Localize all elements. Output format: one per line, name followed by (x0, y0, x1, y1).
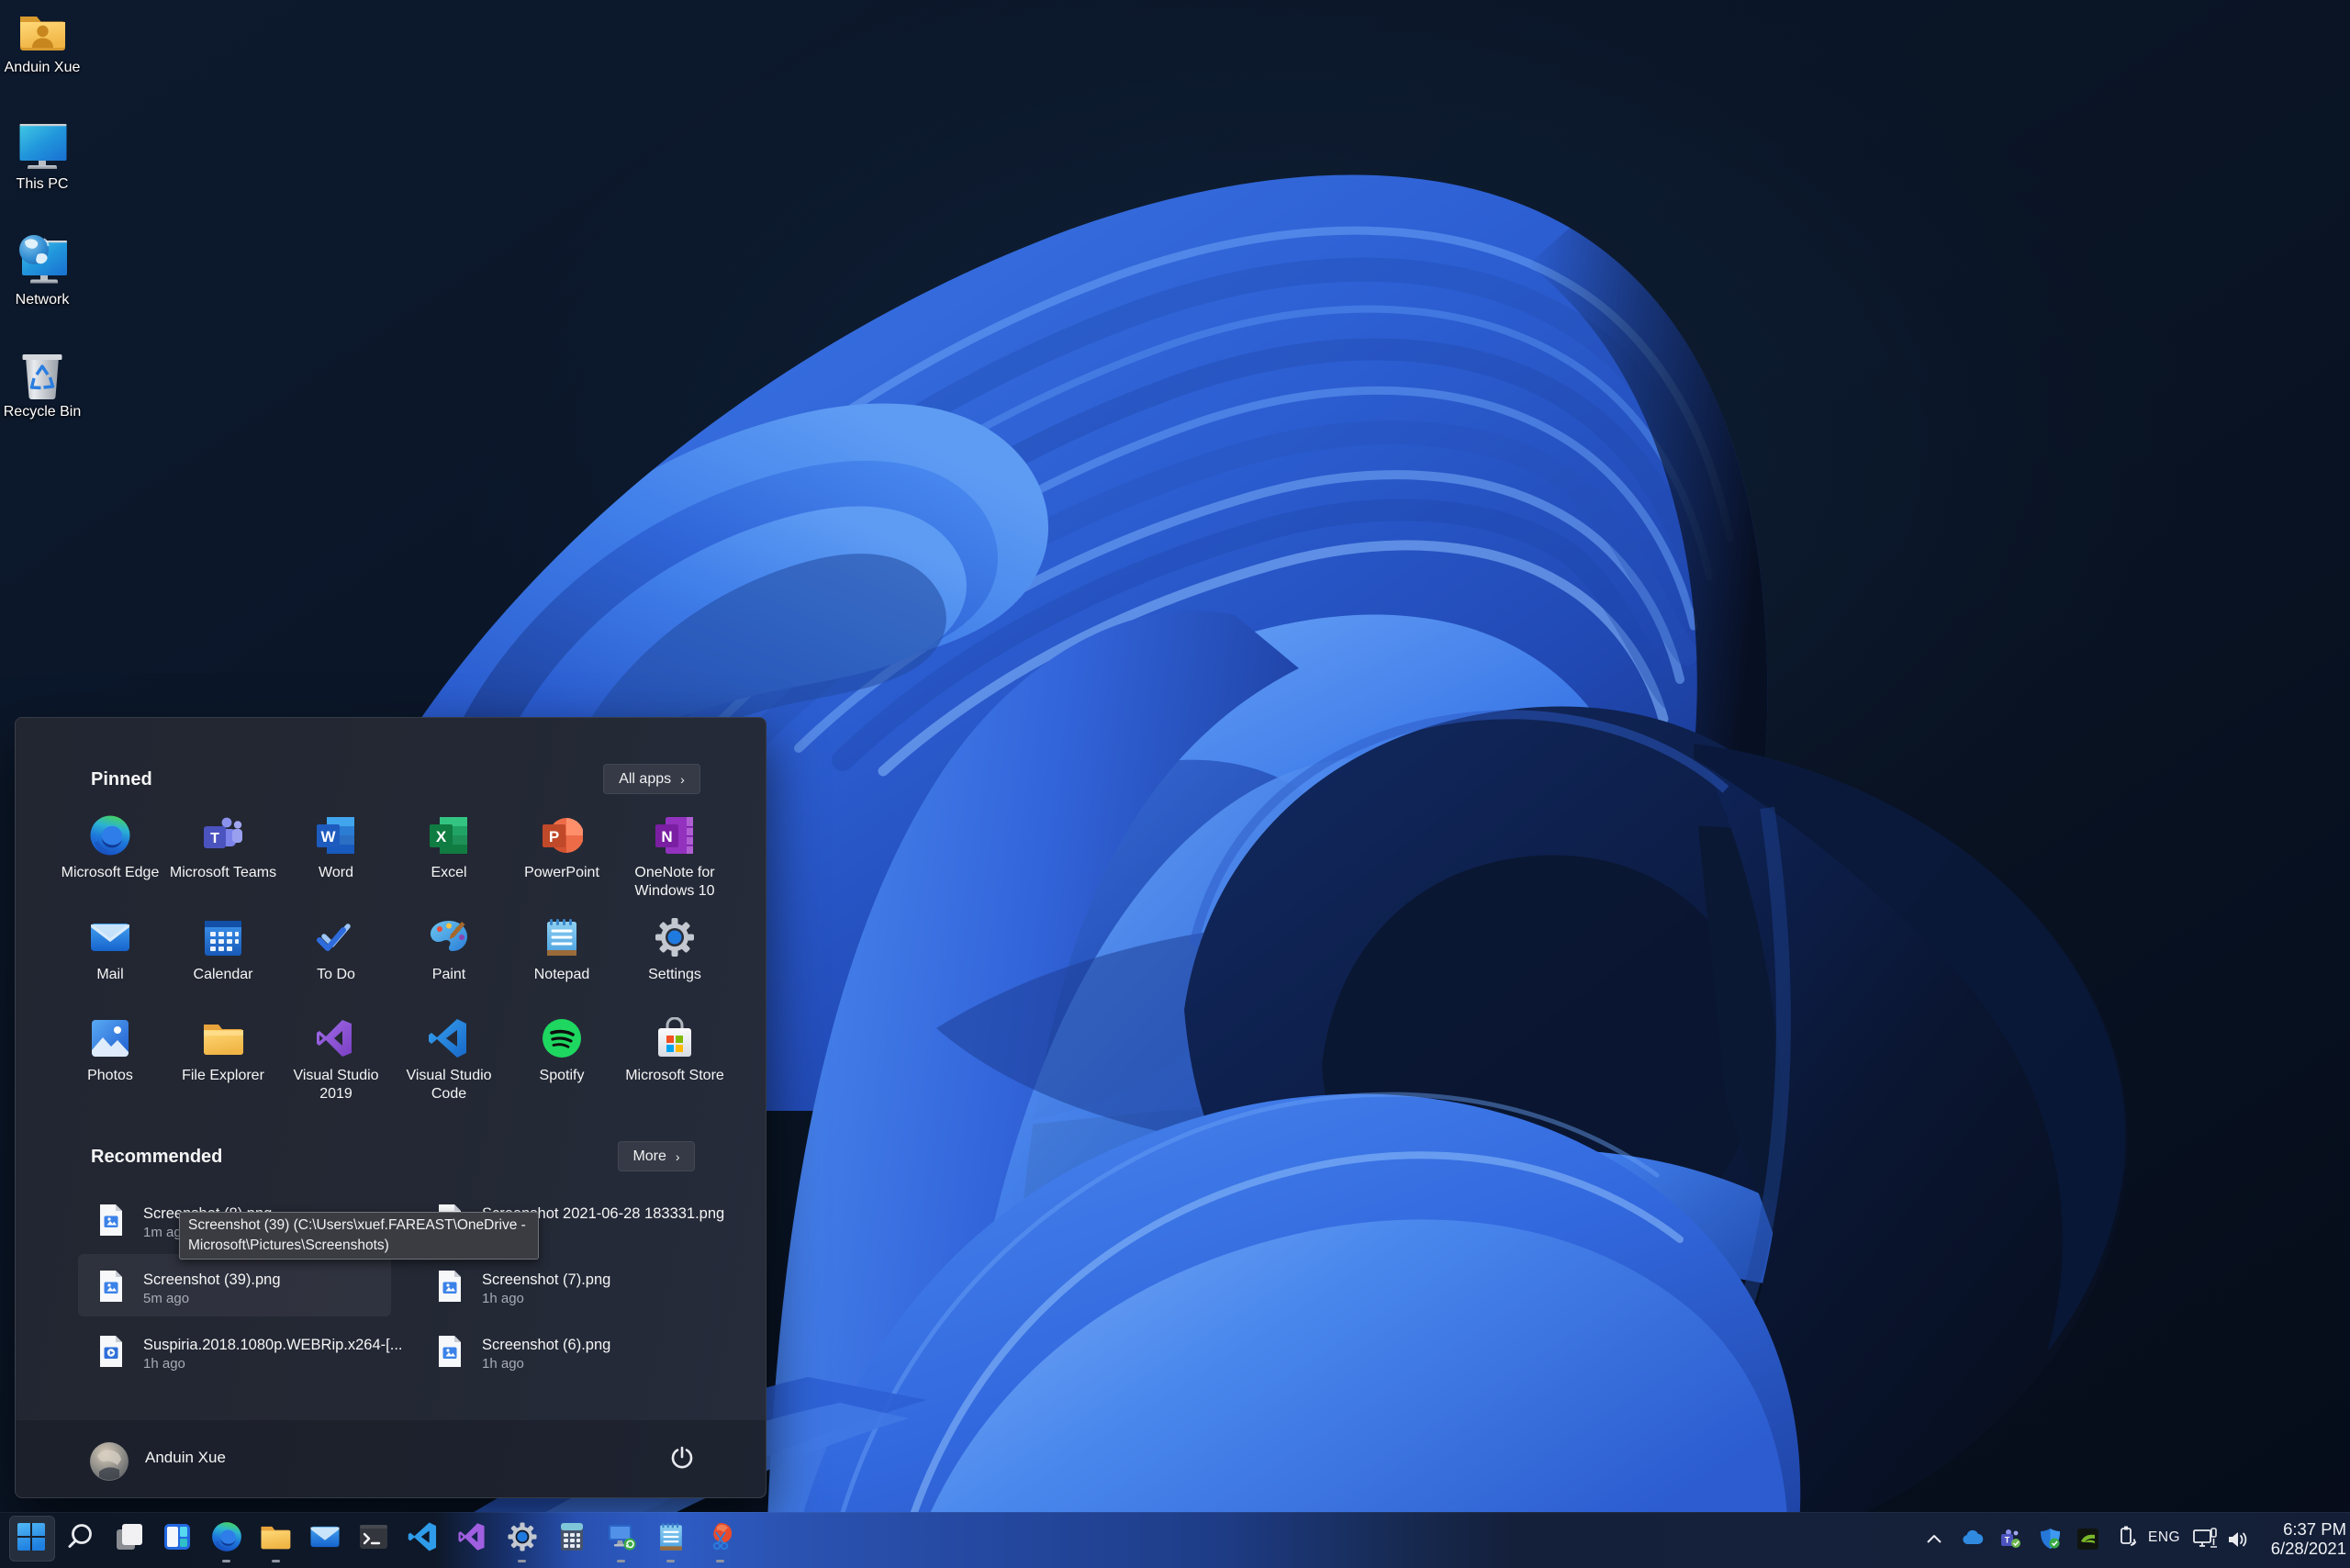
svg-text:T: T (210, 831, 219, 846)
svg-text:T: T (2005, 1536, 2010, 1545)
svg-text:P: P (549, 828, 559, 846)
svg-text:X: X (436, 828, 447, 846)
svg-text:N: N (661, 828, 672, 846)
svg-text:W: W (320, 828, 336, 846)
